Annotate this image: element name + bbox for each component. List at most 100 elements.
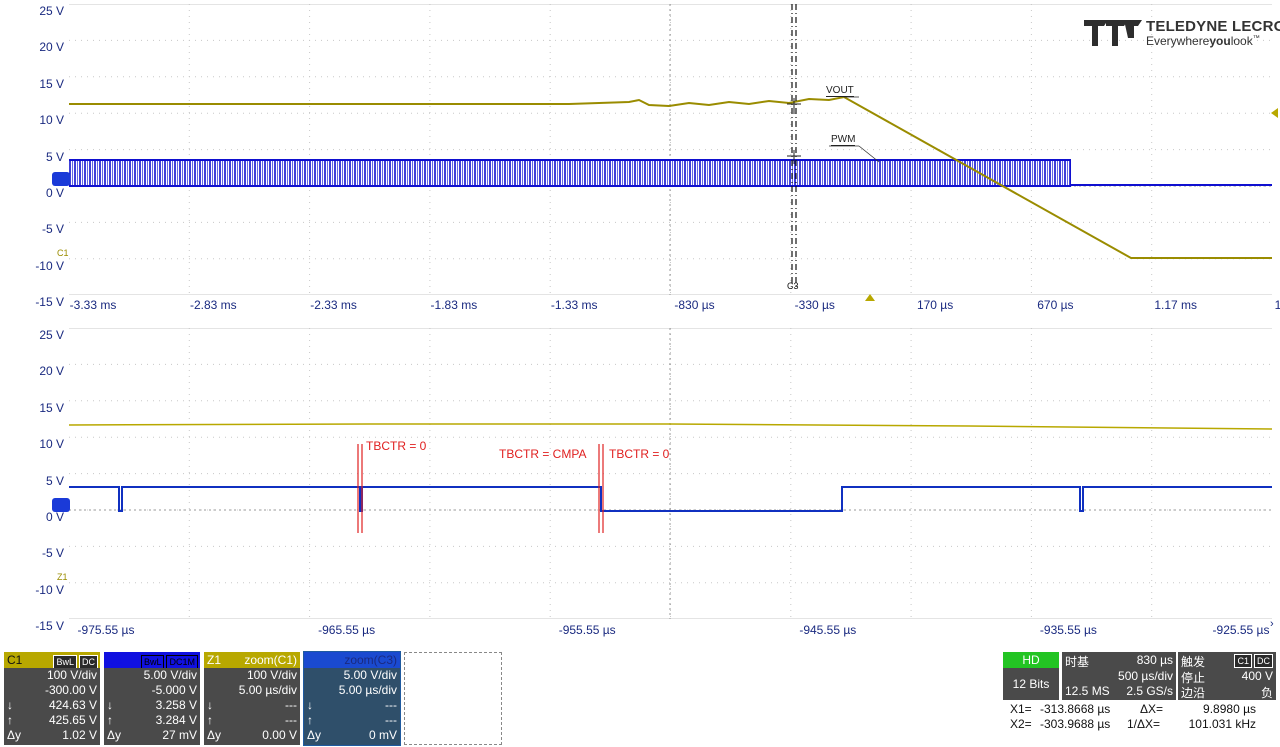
pwm-label: PWM [831, 134, 856, 146]
y-tick-label: 10 V [39, 113, 64, 128]
trigger-level-marker[interactable] [1271, 108, 1278, 118]
c1-cursor-down: 424.63 V [48, 698, 97, 712]
channel-c1-name: C1 [7, 653, 23, 667]
y-tick-label: -15 V [35, 295, 64, 310]
x-tick-label: -3.33 ms [69, 298, 117, 312]
channel-c3-name: C3 [107, 653, 123, 667]
x-tick-label: -955.55 µs [558, 623, 616, 637]
trigger-source-tag: C1 [1234, 654, 1252, 668]
z3-up-icon: ↑ [307, 713, 313, 727]
channel-z3-title: zoom(C3) [344, 653, 397, 667]
c3-cursor-down: 3.258 V [155, 698, 197, 712]
c1-up-icon: ↑ [7, 713, 13, 727]
channel-c1-box[interactable]: C1 BwL DC 100 V/div -300.00 V ↓ 424.63 V ↑… [4, 652, 100, 745]
annotation-tbctr-cmpa: TBCTR = CMPA [499, 447, 587, 461]
c1-offset: -300.00 V [44, 683, 97, 697]
channel-z1-box[interactable]: Z1 zoom(C1) 100 V/div 5.00 µs/div ↓ --- ↑… [204, 652, 300, 745]
c1-bwl-tag: BwL [53, 655, 77, 669]
c3-bwl-tag: BwL [140, 655, 165, 669]
x-tick-label: 1.17 ms [1154, 298, 1198, 312]
c1-dy-label: Δy [7, 728, 22, 742]
y-tick-label: 25 V [39, 328, 64, 342]
x-tick-label: -2.33 ms [310, 298, 357, 312]
c1-offset-label: C1 [57, 248, 69, 258]
x-tick-label: 170 µs [916, 298, 954, 312]
pwm-trace [69, 159, 1272, 187]
c3-dy-label: Δy [107, 728, 122, 742]
z3-cursor-down: --- [385, 698, 397, 712]
c3-vdiv: 5.00 V/div [143, 668, 197, 682]
y-tick-label: 5 V [45, 473, 64, 488]
vout-label: VOUT [826, 85, 854, 97]
z1-vdiv: 100 V/div [246, 668, 297, 682]
x-axis-more-arrow: › [1270, 618, 1274, 630]
trigger-level: 400 V [1241, 669, 1273, 683]
x-tick-label: -965.55 µs [318, 623, 376, 637]
z1-dy-label: Δy [207, 728, 222, 742]
trigger-coupling-tag: DC [1254, 654, 1273, 668]
c3-dy: 27 mV [162, 728, 197, 742]
y-tick-label: -15 V [35, 619, 64, 634]
cursor-inv-value: 101.031 kHz [1188, 717, 1256, 731]
c3-down-icon: ↓ [107, 698, 113, 712]
c1-down-icon: ↓ [7, 698, 13, 712]
x-tick-label: 1.67 ms [1274, 298, 1280, 312]
cursor-dx-value: 9.8980 µs [1203, 702, 1256, 716]
z3-down-icon: ↓ [307, 698, 313, 712]
channel-c3-box[interactable]: C3 BwL DC1M 5.00 V/div -5.000 V ↓ 3.258 V … [104, 652, 200, 745]
c1-vdiv: 100 V/div [46, 668, 97, 682]
y-tick-label: 15 V [39, 76, 64, 91]
cursor-marker-c3: C3 [787, 281, 799, 291]
bits-label: 12 Bits [1003, 668, 1059, 700]
z3-tdiv: 5.00 µs/div [338, 683, 397, 697]
z1-tdiv: 5.00 µs/div [238, 683, 297, 697]
hd-mode-label: HD [1003, 652, 1059, 668]
channel-z1-title: zoom(C1) [244, 653, 297, 667]
timebase-scale: 500 µs/div [1118, 669, 1173, 683]
y-tick-label: 25 V [39, 4, 64, 18]
logo-brand-text: TELEDYNE LECROY [1146, 18, 1280, 35]
timebase-box[interactable]: 时基 830 µs 500 µs/div 12.5 MS 2.5 GS/s [1062, 652, 1176, 700]
c3-cursor-up: 3.284 V [155, 713, 197, 727]
c3-offset: -5.000 V [151, 683, 197, 697]
x-tick-label: -830 µs [674, 298, 715, 312]
x-tick-label: -975.55 µs [77, 623, 135, 637]
y-tick-label: 10 V [39, 437, 64, 452]
y-tick-label: 15 V [39, 400, 64, 415]
z3-vdiv: 5.00 V/div [343, 668, 397, 682]
annotation-tbctr-zero-2: TBCTR = 0 [609, 447, 670, 461]
acquisition-mode-box[interactable]: HD 12 Bits [1003, 652, 1059, 700]
timebase-rate: 2.5 GS/s [1126, 684, 1173, 698]
logo-tagline: Everywhereyoulook™ [1146, 34, 1260, 48]
y-tick-label: -5 V [41, 222, 64, 237]
c1-ground-marker[interactable] [52, 172, 70, 186]
trigger-slope: 负 [1260, 686, 1273, 700]
z1-up-icon: ↑ [207, 713, 213, 727]
cursor-x2-value: -303.9688 µs [1040, 717, 1111, 731]
z1-down-icon: ↓ [207, 698, 213, 712]
y-tick-label: 20 V [39, 364, 64, 379]
z3-dy: 0 mV [368, 728, 397, 742]
channel-z3-box[interactable]: Z3 zoom(C3) 5.00 V/div 5.00 µs/div ↓ --- … [303, 651, 401, 746]
cursor-dx-label: ΔX= [1140, 702, 1164, 716]
x-tick-label: -935.55 µs [1039, 623, 1097, 637]
x-tick-label: -945.55 µs [799, 623, 857, 637]
c3-up-icon: ↑ [107, 713, 113, 727]
channel-z1-name: Z1 [207, 653, 222, 667]
x-tick-label: -2.83 ms [189, 298, 237, 312]
c1-cursor-up: 425.65 V [48, 713, 97, 727]
y-tick-label: 5 V [45, 149, 64, 164]
timebase-samples: 12.5 MS [1065, 684, 1110, 698]
z1-cursor-up: --- [285, 713, 297, 727]
timebase-delay: 830 µs [1136, 653, 1173, 667]
c1-dc-tag: DC [79, 655, 98, 669]
trigger-time-marker[interactable] [865, 294, 875, 301]
cursor-x1-value: -313.8668 µs [1040, 702, 1111, 716]
teledyne-lecroy-logo: TELEDYNE LECROY Everywhereyoulook™ [1084, 16, 1280, 52]
x-tick-label: -1.33 ms [550, 298, 598, 312]
empty-descriptor-slot[interactable] [404, 652, 502, 745]
z1-offset-label: Z1 [57, 572, 68, 582]
x-tick-label: -1.83 ms [430, 298, 478, 312]
bottom-plot-grid[interactable] [69, 328, 1272, 619]
trigger-box[interactable]: 触发 C1 DC 停止 400 V 边沿 负 [1178, 652, 1276, 700]
